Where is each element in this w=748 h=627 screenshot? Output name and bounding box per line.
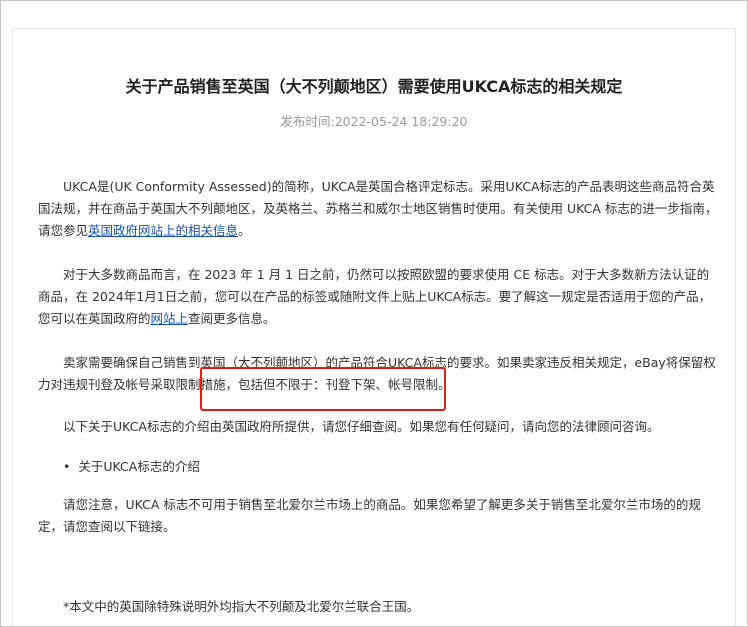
paragraph-end: 。 <box>238 223 251 238</box>
paragraph-gov-intro: 以下关于UKCA标志的介绍由英国政府所提供，请您仔细查阅。如果您有任何疑问，请向… <box>63 419 660 434</box>
paragraph-end: 查阅更多信息。 <box>188 311 276 326</box>
paragraph-text: 对于大多数商品而言，在 2023 年 1 月 1 日之前，仍然可以按照欧盟的要求… <box>38 267 712 326</box>
bullet-ukca-intro: • 关于UKCA标志的介绍 <box>38 456 720 478</box>
paragraph-ce-transition: 对于大多数商品而言，在 2023 年 1 月 1 日之前，仍然可以按照欧盟的要求… <box>38 264 720 330</box>
bullet-icon: • <box>63 459 71 474</box>
uk-gov-info-link[interactable]: 英国政府网站上的相关信息 <box>88 223 238 238</box>
footnote: *本文中的英国除特殊说明外均指大不列颠及北爱尔兰联合王国。 <box>63 599 420 614</box>
uk-gov-website-link[interactable]: 网站上 <box>151 311 189 326</box>
paragraph-northern-ireland: 请您注意，UKCA 标志不可用于销售至北爱尔兰市场上的商品。如果您希望了解更多关… <box>38 497 701 534</box>
bullet-label[interactable]: 关于UKCA标志的介绍 <box>78 459 199 474</box>
publish-time: 发布时间:2022-05-24 18:29:20 <box>280 114 468 129</box>
article-title: 关于产品销售至英国（大不列颠地区）需要使用UKCA标志的相关规定 <box>125 77 623 96</box>
highlight-annotation-box <box>200 367 446 411</box>
paragraph-ukca-definition: UKCA是(UK Conformity Assessed)的简称，UKCA是英国… <box>38 176 720 242</box>
content-top-divider <box>12 28 736 29</box>
